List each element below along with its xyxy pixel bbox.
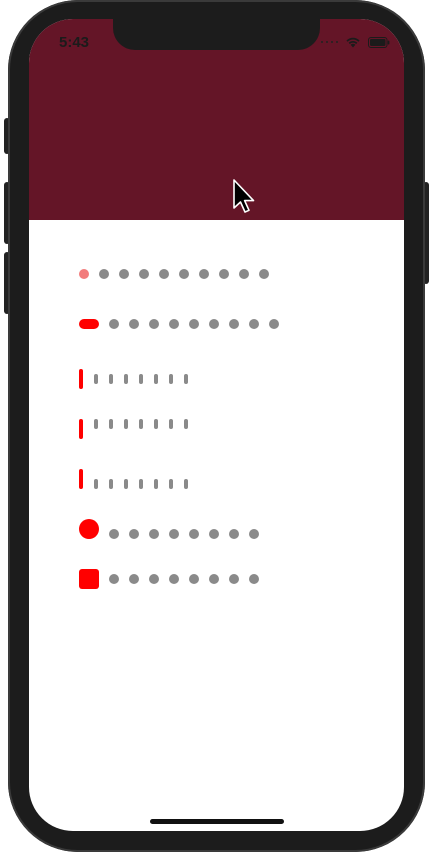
home-indicator [150,819,284,824]
indicator-list [29,220,404,831]
cellular-signal-icon [321,41,338,43]
status-time: 5:43 [59,34,90,51]
page-dot[interactable] [179,269,189,279]
page-dot[interactable] [249,574,259,584]
page-dash[interactable] [169,419,173,429]
page-dot[interactable] [129,319,139,329]
page-dash[interactable] [139,479,143,489]
page-dash[interactable] [124,479,128,489]
notch [113,19,320,50]
wifi-icon [346,37,360,48]
page-dash[interactable] [94,419,98,429]
page-dot[interactable] [109,574,119,584]
page-dash[interactable] [139,419,143,429]
page-dash[interactable] [94,479,98,489]
page-dot[interactable] [99,269,109,279]
page-dot[interactable] [119,269,129,279]
current-page-bar[interactable] [79,419,83,439]
current-page-bar[interactable] [79,469,83,489]
battery-icon [368,36,390,48]
page-dot[interactable] [269,319,279,329]
page-dash[interactable] [169,374,173,384]
page-dot[interactable] [149,529,159,539]
status-icons [321,36,390,48]
page-dot[interactable] [189,319,199,329]
page-dot[interactable] [229,529,239,539]
page-dot[interactable] [129,529,139,539]
page-dot[interactable] [209,574,219,584]
page-dash[interactable] [184,419,188,429]
page-dot[interactable] [169,529,179,539]
page-dash[interactable] [109,374,113,384]
page-dot[interactable] [169,574,179,584]
phone-device: 5:43 [0,0,433,852]
current-page-pill[interactable] [79,319,99,329]
page-dot[interactable] [149,319,159,329]
page-dash[interactable] [154,374,158,384]
page-dash[interactable] [184,374,188,384]
page-dot[interactable] [219,269,229,279]
page-dot[interactable] [229,574,239,584]
current-page-circle[interactable] [79,519,99,539]
page-dot[interactable] [169,319,179,329]
page-dot[interactable] [109,319,119,329]
page-dot[interactable] [249,529,259,539]
page-dash[interactable] [124,419,128,429]
mouse-cursor-icon [233,179,255,213]
page-dot[interactable] [209,319,219,329]
page-dot[interactable] [139,269,149,279]
current-page-dot[interactable] [79,269,89,279]
page-dot[interactable] [149,574,159,584]
page-dash[interactable] [94,374,98,384]
page-dot[interactable] [189,529,199,539]
page-dot[interactable] [229,319,239,329]
page-dot[interactable] [249,319,259,329]
page-dash[interactable] [184,479,188,489]
page-dash[interactable] [154,479,158,489]
page-dash[interactable] [109,479,113,489]
page-dash[interactable] [124,374,128,384]
page-dash[interactable] [154,419,158,429]
page-dash[interactable] [109,419,113,429]
page-dot[interactable] [209,529,219,539]
page-dot[interactable] [109,529,119,539]
current-page-bar[interactable] [79,369,83,389]
phone-screen: 5:43 [29,19,404,831]
page-dot[interactable] [259,269,269,279]
page-dot[interactable] [129,574,139,584]
page-dot[interactable] [159,269,169,279]
page-dot[interactable] [189,574,199,584]
page-dot[interactable] [199,269,209,279]
page-dot[interactable] [239,269,249,279]
page-dash[interactable] [139,374,143,384]
page-dash[interactable] [169,479,173,489]
current-page-square[interactable] [79,569,99,589]
